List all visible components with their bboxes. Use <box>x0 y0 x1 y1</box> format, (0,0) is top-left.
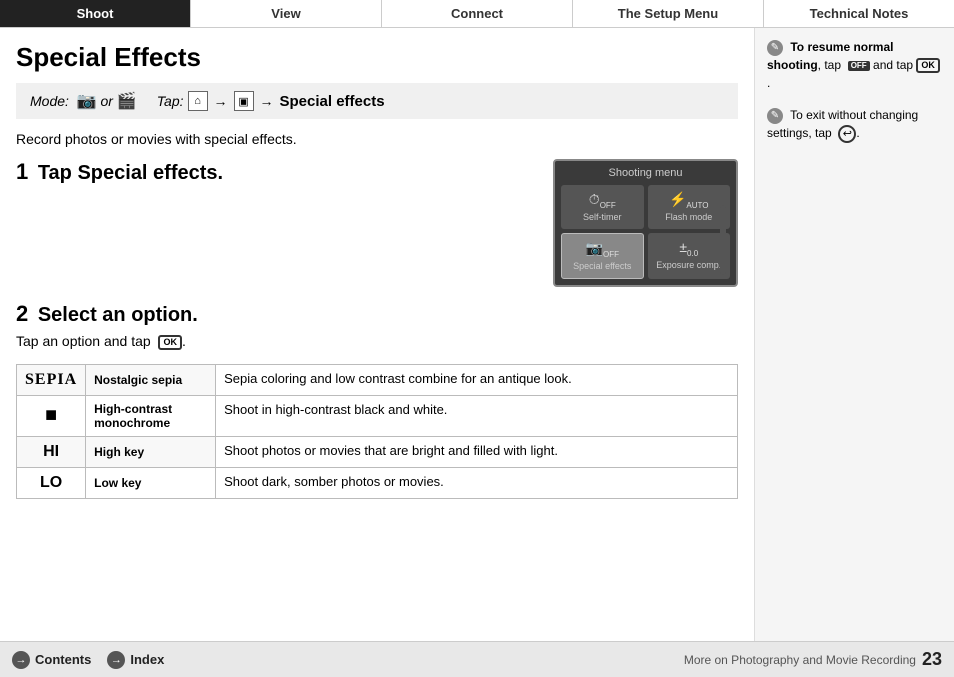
options-table: SEPIA Nostalgic sepia Sepia coloring and… <box>16 364 738 499</box>
table-row: LO Low key Shoot dark, somber photos or … <box>17 467 738 498</box>
bottom-bar: → Contents → Index More on Photography a… <box>0 641 954 677</box>
table-row: ■ High-contrast monochrome Shoot in high… <box>17 395 738 436</box>
arrow1: → <box>214 93 228 109</box>
main-layout: Special Effects Mode: 📷 or 🎬 Tap: ⌂ → ▣ … <box>0 28 954 641</box>
sidebar-note1: ✎ To resume normal shooting, tap OFF and… <box>767 38 942 92</box>
flash-label: Flash mode <box>665 212 712 222</box>
mode-bar: Mode: 📷 or 🎬 Tap: ⌂ → ▣ → Special effect… <box>16 83 738 119</box>
camera-item-self-timer: ⏱OFF Self-timer <box>561 185 644 229</box>
mode-label: Mode: <box>30 93 73 109</box>
mode-part: Mode: 📷 or 🎬 <box>30 91 137 111</box>
step1-header: 1 Tap Special effects. <box>16 159 533 185</box>
note2-icon: ✎ <box>767 108 783 124</box>
camera-item-special-effects: 📷OFF Special effects <box>561 233 644 279</box>
back-icon: ↩ <box>838 125 856 143</box>
bottom-left-links: → Contents → Index <box>12 651 164 669</box>
lo-name-cell: Low key <box>86 467 216 498</box>
table-row: SEPIA Nostalgic sepia Sepia coloring and… <box>17 364 738 395</box>
special-effects-cam-label: Special effects <box>573 261 631 271</box>
sidebar: ✎ To resume normal shooting, tap OFF and… <box>754 28 954 641</box>
top-navigation: Shoot View Connect The Setup Menu Techni… <box>0 0 954 28</box>
contents-arrow-icon: → <box>12 651 30 669</box>
contents-label: Contents <box>35 652 91 667</box>
table-row: HI High key Shoot photos or movies that … <box>17 436 738 467</box>
step1-section: 1 Tap Special effects. Shooting menu ⏱OF… <box>16 159 738 287</box>
special-effects-camera-icon: 📷OFF <box>566 240 639 259</box>
note1-text: , tap <box>818 58 841 72</box>
step2-subtext-text: Tap an option and tap <box>16 333 151 349</box>
camera-screen: Shooting menu ⏱OFF Self-timer ⚡AUTO Flas… <box>553 159 738 287</box>
page-title: Special Effects <box>16 42 738 73</box>
home-icon: ⌂ <box>188 91 208 111</box>
nav-technical-notes[interactable]: Technical Notes <box>764 0 954 27</box>
ok-badge: OK <box>158 335 182 350</box>
step1-header-text: Tap Special effects. <box>38 162 223 184</box>
index-label: Index <box>130 652 164 667</box>
bottom-right: More on Photography and Movie Recording … <box>684 649 942 670</box>
exposure-label: Exposure comp. <box>656 260 721 270</box>
mode-icon-movie: 🎬 <box>117 93 137 110</box>
sepia-icon-cell: SEPIA <box>17 364 86 395</box>
nav-view[interactable]: View <box>191 0 382 27</box>
menu-icon: ▣ <box>234 91 254 111</box>
nav-shoot[interactable]: Shoot <box>0 0 191 27</box>
camera-screen-mockup: Shooting menu ⏱OFF Self-timer ⚡AUTO Flas… <box>553 159 738 287</box>
contents-link[interactable]: → Contents <box>12 651 91 669</box>
description-text: Record photos or movies with special eff… <box>16 131 738 147</box>
lo-desc-cell: Shoot dark, somber photos or movies. <box>216 467 738 498</box>
mode-or: or <box>101 93 117 109</box>
hi-name-cell: High key <box>86 436 216 467</box>
step1-number: 1 <box>16 159 28 184</box>
off-badge: OFF <box>848 61 870 71</box>
camera-menu-grid: ⏱OFF Self-timer ⚡AUTO Flash mode 📷OFF Sp… <box>561 185 730 279</box>
step2-section: 2 Select an option. Tap an option and ta… <box>16 301 738 350</box>
sidebar-note2: ✎ To exit without changing settings, tap… <box>767 106 942 143</box>
mono-icon-cell: ■ <box>17 395 86 436</box>
tap-part: Tap: ⌂ → ▣ → Special effects <box>157 91 385 111</box>
step2-header-text: Select an option. <box>38 304 198 326</box>
special-effects-label: Special effects <box>280 93 385 110</box>
camera-item-flash: ⚡AUTO Flash mode <box>648 185 731 229</box>
exposure-icon: ±0.0 <box>652 239 727 258</box>
note1-text2: and tap <box>873 58 916 72</box>
mono-desc-cell: Shoot in high-contrast black and white. <box>216 395 738 436</box>
sidebar-ok-badge: OK <box>916 58 940 73</box>
note1-icon: ✎ <box>767 40 783 56</box>
step2-subtext: Tap an option and tap OK. <box>16 333 738 350</box>
content-area: Special Effects Mode: 📷 or 🎬 Tap: ⌂ → ▣ … <box>0 28 754 641</box>
index-link[interactable]: → Index <box>107 651 164 669</box>
mono-name-cell: High-contrast monochrome <box>86 395 216 436</box>
nav-setup-menu[interactable]: The Setup Menu <box>573 0 764 27</box>
arrow2: → <box>260 93 274 109</box>
self-timer-icon: ⏱OFF <box>565 191 640 210</box>
self-timer-label: Self-timer <box>583 212 622 222</box>
hi-desc-cell: Shoot photos or movies that are bright a… <box>216 436 738 467</box>
camera-item-exposure: ±0.0 Exposure comp. <box>648 233 731 279</box>
flash-icon: ⚡AUTO <box>652 191 727 210</box>
step2-header: 2 Select an option. <box>16 301 738 327</box>
sepia-name-cell: Nostalgic sepia <box>86 364 216 395</box>
lo-icon-cell: LO <box>17 467 86 498</box>
hi-icon-cell: HI <box>17 436 86 467</box>
camera-scrollbar <box>720 205 726 275</box>
camera-screen-title: Shooting menu <box>561 167 730 179</box>
nav-connect[interactable]: Connect <box>382 0 573 27</box>
mode-icon-photo: 📷 <box>77 93 97 110</box>
page-number: 23 <box>922 649 942 670</box>
page-info-text: More on Photography and Movie Recording <box>684 653 916 667</box>
step2-number: 2 <box>16 301 28 326</box>
sepia-desc-cell: Sepia coloring and low contrast combine … <box>216 364 738 395</box>
index-arrow-icon: → <box>107 651 125 669</box>
